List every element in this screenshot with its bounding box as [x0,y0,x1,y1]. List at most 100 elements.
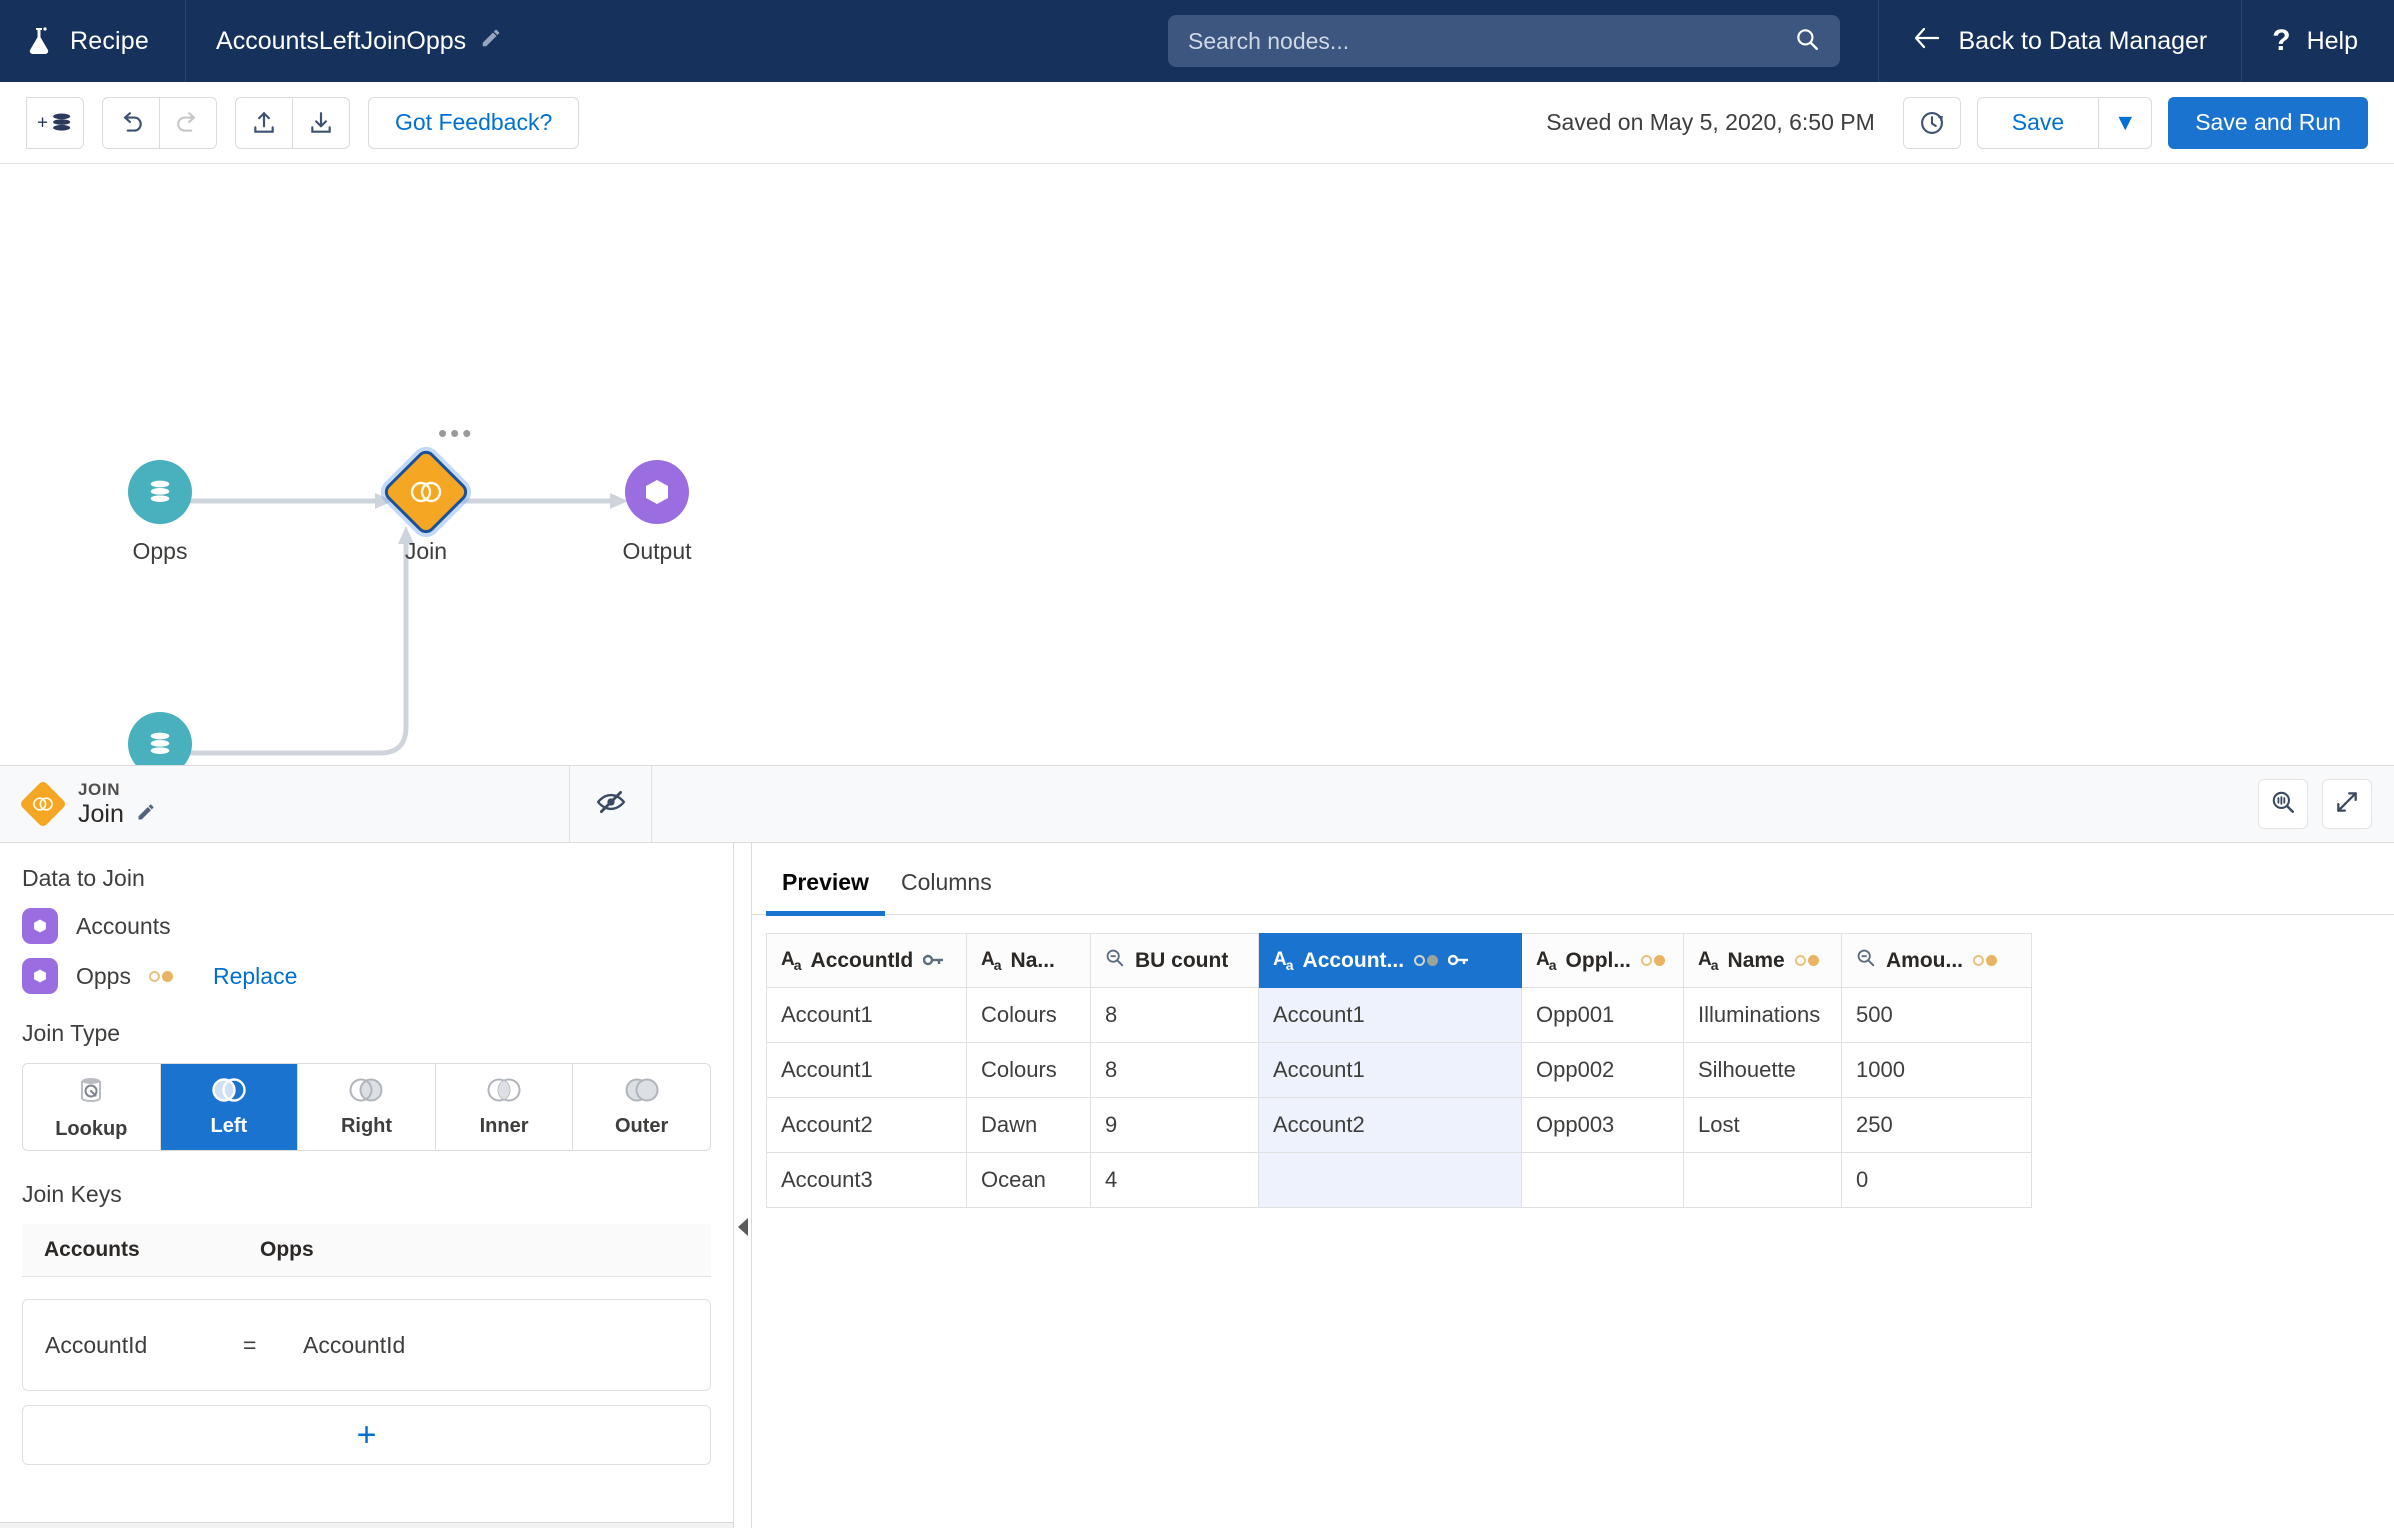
eye-slash-icon [596,789,626,820]
redo-button[interactable] [159,96,217,149]
join-diamond-icon [380,446,472,538]
table-cell: Opp001 [1521,987,1684,1043]
pencil-icon[interactable] [480,27,502,56]
join-type-label: Join Type [22,1020,121,1046]
download-button[interactable] [292,96,350,149]
dataset-row-accounts[interactable]: Accounts [22,908,711,944]
text-type-icon: Aa [1698,948,1719,973]
join-key-row[interactable]: AccountId = AccountId [22,1299,711,1391]
table-cell: Account1 [766,987,967,1043]
join-type-inner[interactable]: Inner [435,1064,574,1150]
table-cell: 8 [1090,1042,1259,1098]
add-join-key-button[interactable]: + [22,1405,711,1465]
search-icon[interactable] [1794,26,1820,57]
pencil-icon[interactable] [136,800,156,829]
join-type-label-text: Outer [615,1115,669,1137]
pane-collapse-handle[interactable] [734,843,752,1528]
table-column-header[interactable]: Aa Na... [966,933,1091,988]
node-type-label: JOIN [78,779,121,799]
canvas-node-accounts[interactable]: Accounts [100,712,220,765]
join-type-label-text: Right [340,1115,393,1137]
table-row[interactable]: Account1 Colours 8 Account1 Opp002 Silho… [766,1042,2032,1098]
table-cell: 8 [1090,987,1259,1043]
history-button[interactable] [1902,96,1961,149]
canvas-node-label: Output [622,538,692,564]
save-menu-button[interactable]: ▼ [2098,96,2153,149]
add-data-group: + [26,96,84,149]
undo-redo-group [102,96,217,149]
numeric-type-icon [1856,948,1876,974]
recipe-name-text: AccountsLeftJoinOpps [216,26,467,55]
saved-status-text: Saved on May 5, 2020, 6:50 PM [1546,109,1875,135]
canvas-node-join[interactable]: ••• Join [366,420,486,565]
lineage-dots-icon [1640,955,1665,966]
save-split-button: Save ▼ [1976,96,2153,149]
column-label: Na... [1010,948,1055,972]
join-type-outer[interactable]: Outer [573,1064,710,1150]
join-keys-header-right: Opps [260,1238,314,1261]
outer-join-icon [622,1076,662,1109]
left-join-icon [209,1076,249,1109]
node-detail-header: JOIN Join [0,765,2394,843]
tab-preview[interactable]: Preview [766,869,885,916]
search-box[interactable] [1168,15,1840,67]
join-type-label-text: Lookup [55,1118,128,1140]
data-inspector-button[interactable] [2258,779,2308,829]
node-identity: JOIN Join [0,766,570,842]
join-diamond-icon [18,779,68,829]
data-to-join-label: Data to Join [22,865,145,891]
join-type-right[interactable]: Right [298,1064,436,1150]
canvas-node-output[interactable]: Output [597,460,717,565]
table-column-header[interactable]: Aa Oppl... [1521,933,1684,988]
table-body: Account1 Colours 8 Account1 Opp001 Illum… [766,987,2032,1208]
save-and-run-button[interactable]: Save and Run [2168,96,2368,149]
column-label: Amou... [1886,948,1963,972]
chevron-left-icon[interactable] [737,1217,748,1236]
table-cell: Colours [966,987,1091,1043]
table-row[interactable]: Account3 Ocean 4 0 [766,1152,2032,1208]
tab-columns[interactable]: Columns [885,869,1008,914]
table-column-header-selected[interactable]: Aa Account... [1258,933,1522,988]
join-key-right-field[interactable]: AccountId [303,1332,405,1359]
toggle-preview-visibility-button[interactable] [570,766,652,842]
table-column-header[interactable]: Amou... [1841,933,2032,988]
undo-button[interactable] [102,96,160,149]
join-key-left-field[interactable]: AccountId [45,1332,243,1359]
replace-dataset-link[interactable]: Replace [213,963,297,990]
numeric-type-icon [1105,948,1125,974]
table-column-header[interactable]: Aa Name [1683,933,1842,988]
recipe-home-button[interactable]: Recipe [0,0,187,82]
join-type-left[interactable]: Left [160,1064,299,1150]
data-inspector-icon [2270,789,2296,820]
table-cell: Account1 [766,1042,967,1098]
node-menu-icon[interactable]: ••• [438,420,474,446]
join-config-pane: Data to Join Accounts Opps Replace Join … [0,843,734,1528]
column-label: Account... [1302,948,1405,972]
back-to-data-manager-button[interactable]: Back to Data Manager [1877,0,2242,82]
canvas-node-opps[interactable]: Opps [100,460,220,565]
recipe-canvas[interactable]: Opps ••• Join Output [0,164,2394,765]
upload-button[interactable] [235,96,293,149]
column-label: AccountId [810,948,914,972]
database-icon [128,460,192,524]
dataset-row-opps[interactable]: Opps Replace [22,958,711,994]
table-column-header[interactable]: Aa AccountId [766,933,967,988]
table-column-header[interactable]: BU count [1090,933,1259,988]
column-label: Name [1727,948,1785,972]
help-button[interactable]: ? Help [2241,0,2394,82]
add-data-button[interactable]: + [26,96,84,149]
dataset-name: Opps [76,962,131,989]
recipe-title[interactable]: AccountsLeftJoinOpps [186,0,532,82]
table-cell: 0 [1841,1152,2032,1208]
table-row[interactable]: Account1 Colours 8 Account1 Opp001 Illum… [766,987,2032,1043]
table-row[interactable]: Account2 Dawn 9 Account2 Opp003 Lost 250 [766,1097,2032,1153]
canvas-node-label: Opps [132,538,188,564]
save-button[interactable]: Save [1976,96,2100,149]
join-type-lookup[interactable]: Lookup [23,1064,161,1150]
table-cell: 1000 [1841,1042,2032,1098]
table-cell: Lost [1683,1097,1842,1153]
got-feedback-button[interactable]: Got Feedback? [368,96,580,149]
search-input[interactable] [1188,27,1794,55]
expand-panel-button[interactable] [2322,779,2372,829]
dataset-name: Accounts [76,912,171,939]
